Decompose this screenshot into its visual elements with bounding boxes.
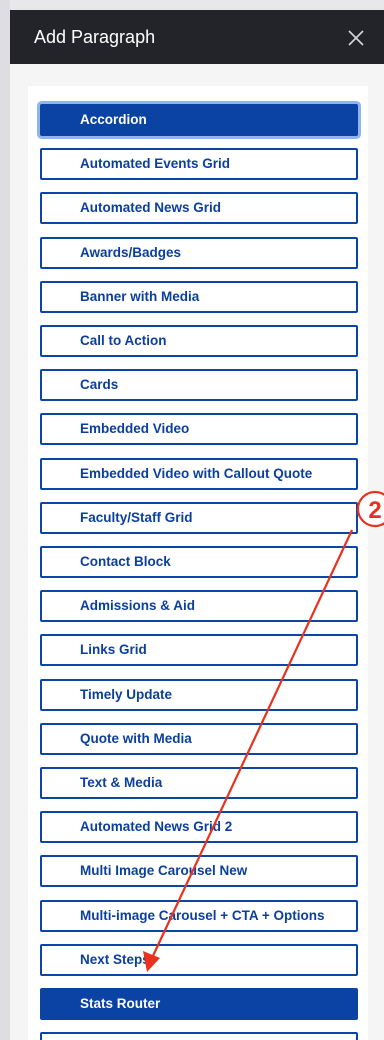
paragraph-type-button[interactable]: Multi Image Carousel New — [40, 855, 358, 888]
backdrop-edge — [0, 0, 10, 1040]
paragraph-type-button[interactable]: Awards/Badges — [40, 236, 358, 269]
paragraph-type-button[interactable]: Homepage Featured Content — [40, 1032, 358, 1040]
dialog-header: Add Paragraph — [10, 10, 384, 64]
add-paragraph-dialog: Add Paragraph Accordion Automated Events … — [10, 10, 384, 1040]
paragraph-type-button[interactable]: Stats Router — [40, 988, 358, 1020]
paragraph-type-button[interactable]: Embedded Video — [40, 413, 358, 446]
paragraph-type-button[interactable]: Timely Update — [40, 678, 358, 711]
close-icon — [348, 30, 364, 46]
paragraph-type-button[interactable]: Cards — [40, 369, 358, 402]
paragraph-type-button[interactable]: Banner with Media — [40, 280, 358, 313]
paragraph-type-button[interactable]: Faculty/Staff Grid — [40, 501, 358, 534]
paragraph-type-button[interactable]: Automated News Grid 2 — [40, 811, 358, 844]
paragraph-type-button[interactable]: Call to Action — [40, 325, 358, 357]
paragraph-type-button[interactable]: Multi-image Carousel + CTA + Options — [40, 899, 358, 932]
paragraph-type-button[interactable]: Automated Events Grid — [40, 148, 358, 181]
paragraph-type-button[interactable]: Admissions & Aid — [40, 590, 358, 623]
paragraph-type-button[interactable]: Quote with Media — [40, 722, 358, 755]
paragraph-type-button[interactable]: Embedded Video with Callout Quote — [40, 457, 358, 490]
dialog-body: Accordion Automated Events Grid Automated … — [10, 64, 384, 1040]
paragraph-list-container[interactable]: Accordion Automated Events Grid Automated … — [28, 86, 368, 1040]
dialog-title: Add Paragraph — [34, 27, 156, 47]
paragraph-type-button[interactable]: Next Steps — [40, 943, 358, 976]
close-button[interactable] — [344, 26, 368, 50]
paragraph-type-button[interactable]: Contact Block — [40, 546, 358, 578]
paragraph-type-button[interactable]: Accordion — [40, 104, 358, 136]
paragraph-type-button[interactable]: Text & Media — [40, 767, 358, 799]
paragraph-type-button[interactable]: Automated News Grid — [40, 192, 358, 225]
paragraph-type-button[interactable]: Links Grid — [40, 634, 358, 667]
